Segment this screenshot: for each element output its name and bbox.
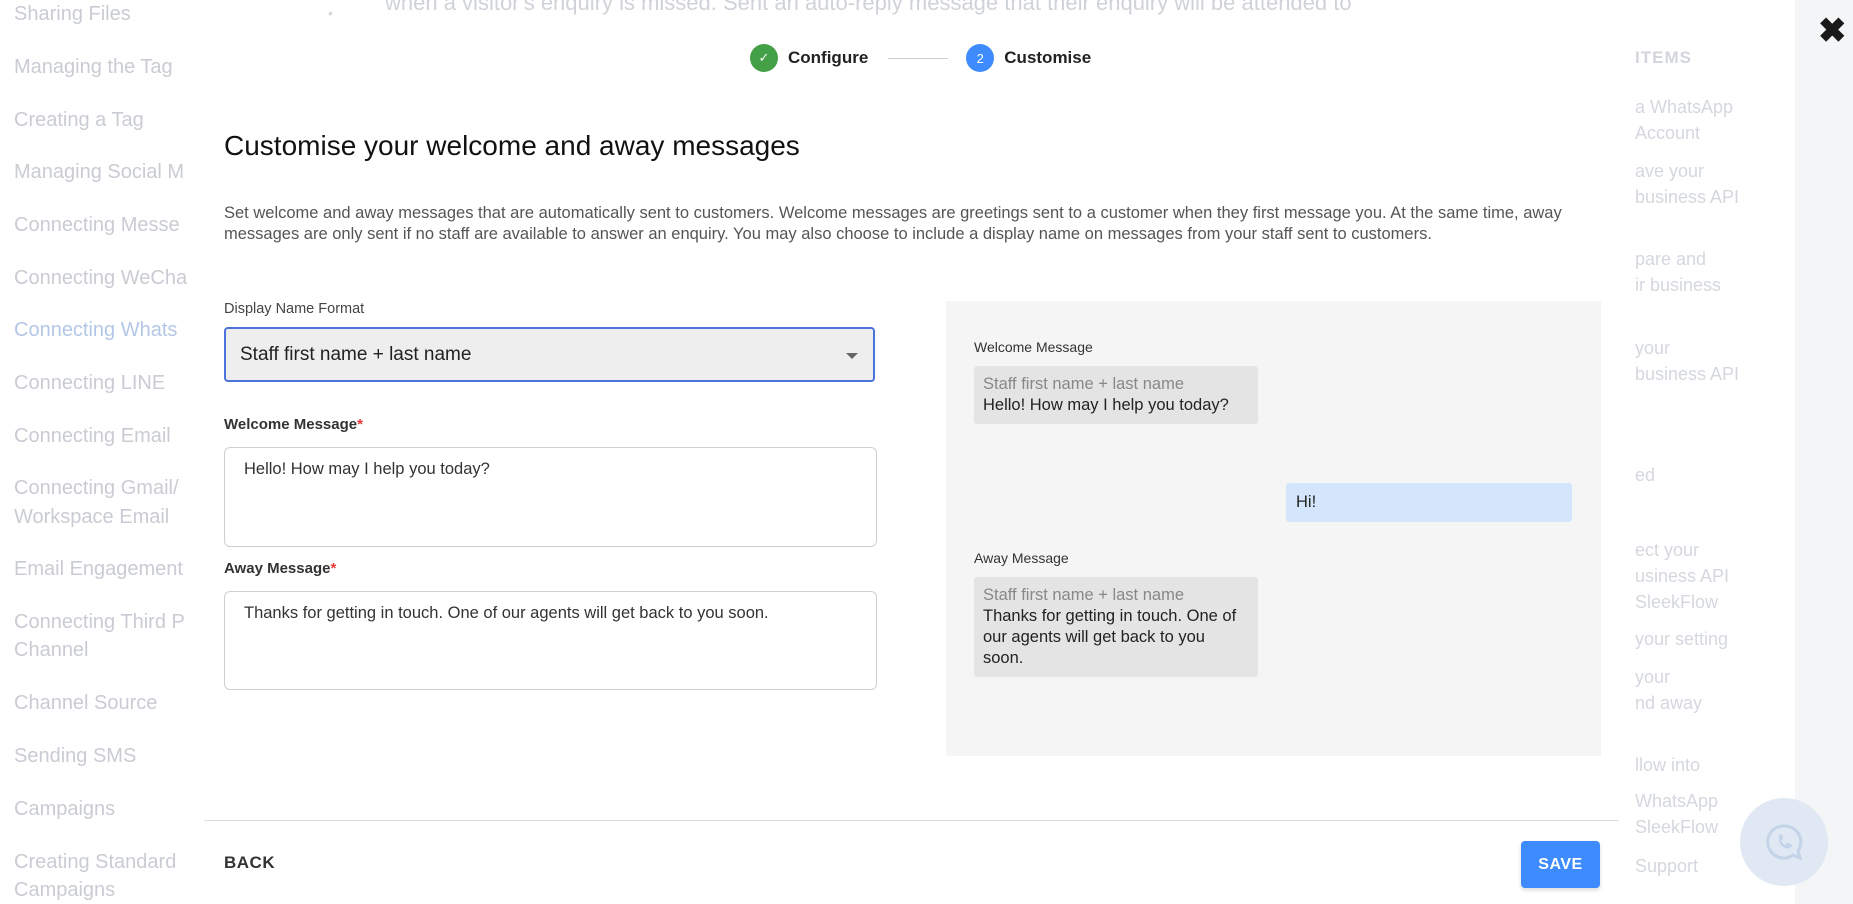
footer-divider [204,820,1618,821]
dialog-title: Customise your welcome and away messages [224,130,800,161]
step-customise[interactable]: 2 Customise [966,44,1091,72]
preview-away-text: Thanks for getting in touch. One of our … [983,607,1237,667]
back-button[interactable]: BACK [209,845,291,881]
close-icon[interactable]: ✖ [1818,14,1847,48]
preview-welcome-sender: Staff first name + last name [983,375,1184,393]
display-name-select[interactable]: Staff first name + last name [224,327,875,382]
preview-welcome-bubble: Staff first name + last name Hello! How … [974,366,1258,424]
away-message-label: Away Message* [224,560,336,577]
message-preview-panel: Welcome Message Staff first name + last … [946,301,1601,756]
away-message-input[interactable]: Thanks for getting in touch. One of our … [224,591,877,690]
preview-welcome-label: Welcome Message [974,339,1093,355]
preview-away-sender: Staff first name + last name [983,586,1184,604]
display-name-value: Staff first name + last name [240,343,472,365]
welcome-message-input[interactable]: Hello! How may I help you today? [224,447,877,547]
preview-away-bubble: Staff first name + last name Thanks for … [974,577,1258,677]
step-label: Configure [788,48,869,67]
check-icon: ✓ [750,44,778,72]
welcome-message-label: Welcome Message* [224,416,363,433]
preview-welcome-text: Hello! How may I help you today? [983,396,1229,414]
save-button[interactable]: SAVE [1521,841,1600,888]
dialog-description: Set welcome and away messages that are a… [224,204,1562,243]
step-connector [888,57,949,59]
welcome-message-label-text: Welcome Message [224,416,358,433]
chevron-down-icon [846,353,858,359]
customise-messages-dialog: ✖ ✓ Configure 2 Customise Customise your… [0,0,1853,904]
display-name-label: Display Name Format [224,301,365,317]
away-message-label-text: Away Message [224,560,331,577]
required-marker: * [330,560,337,577]
required-marker: * [357,416,363,433]
stepper: ✓ Configure 2 Customise [750,43,1091,73]
preview-away-label: Away Message [974,550,1069,566]
preview-customer-bubble: Hi! [1286,483,1572,522]
step-label: Customise [1004,48,1092,67]
step-configure[interactable]: ✓ Configure [750,44,868,72]
step-number: 2 [966,44,995,72]
